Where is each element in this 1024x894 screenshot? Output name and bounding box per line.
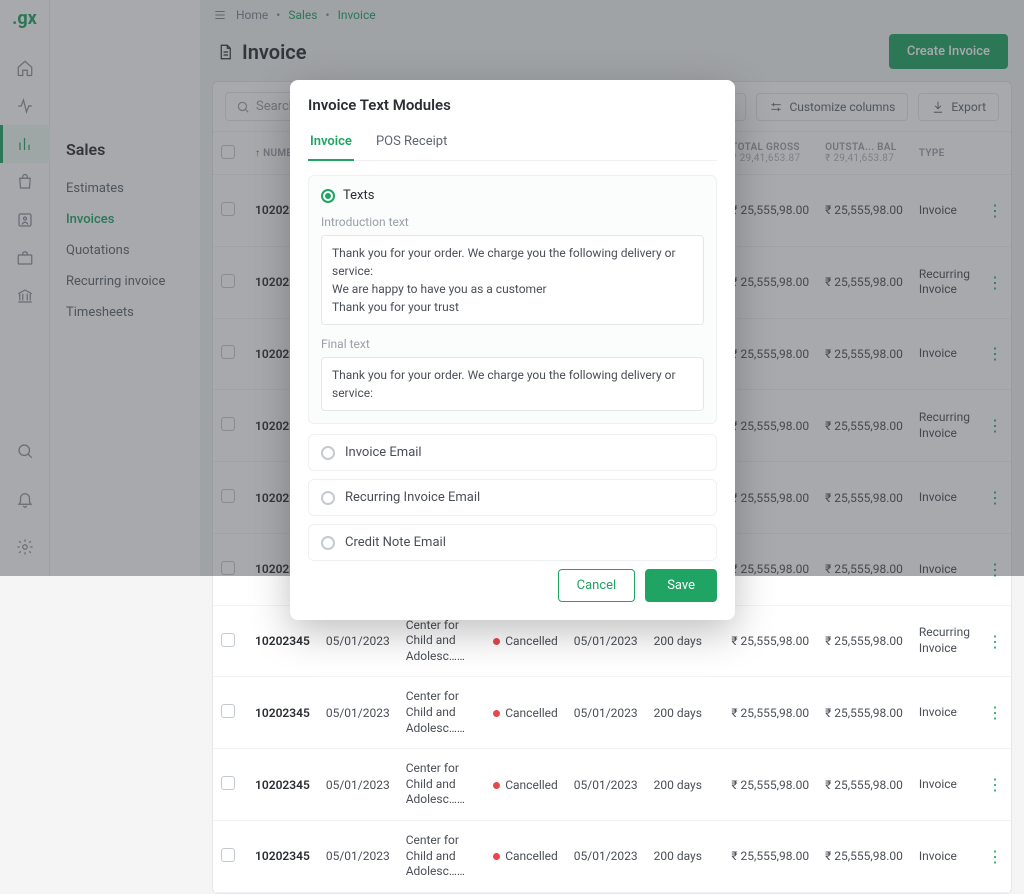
cell-gross: ₹ 25,555,98.00 (723, 605, 817, 677)
cell-customer: Center for Child and Adolesc…… (398, 749, 486, 821)
intro-textarea[interactable]: Thank you for your order. We charge you … (321, 235, 704, 325)
row-checkbox[interactable] (221, 776, 235, 790)
row-actions-icon[interactable]: ⋮ (979, 677, 1011, 749)
final-textarea[interactable]: Thank you for your order. We charge you … (321, 357, 704, 411)
cell-status: Cancelled (485, 821, 566, 893)
radio-texts[interactable]: Texts (321, 188, 704, 203)
cell-date: 05/01/2023 (318, 821, 398, 893)
row-checkbox[interactable] (221, 848, 235, 862)
modal-tabs: Invoice POS Receipt (308, 128, 717, 161)
cell-balance: ₹ 25,555,98.00 (817, 677, 911, 749)
radio-off-icon (321, 491, 335, 505)
modal-title: Invoice Text Modules (308, 96, 717, 114)
cell-gross: ₹ 25,555,98.00 (723, 749, 817, 821)
cell-number: 10202345 (247, 821, 318, 893)
cell-status: Cancelled (485, 749, 566, 821)
cell-status: Cancelled (485, 677, 566, 749)
cell-balance: ₹ 25,555,98.00 (817, 749, 911, 821)
cell-due: 05/01/2023 (566, 749, 646, 821)
cell-number: 10202345 (247, 749, 318, 821)
cell-due: 05/01/2023 (566, 677, 646, 749)
cell-customer: Center for Child and Adolesc…… (398, 821, 486, 893)
intro-label: Introduction text (321, 215, 704, 229)
cell-balance: ₹ 25,555,98.00 (817, 605, 911, 677)
row-actions-icon[interactable]: ⋮ (979, 749, 1011, 821)
cell-overdue: 200 days (646, 677, 724, 749)
row-checkbox[interactable] (221, 633, 235, 647)
radio-off-icon (321, 446, 335, 460)
cell-type: Invoice (911, 821, 979, 893)
final-label: Final text (321, 337, 704, 351)
save-button[interactable]: Save (645, 569, 717, 602)
table-row[interactable]: 1020234505/01/2023Center for Child and A… (213, 821, 1011, 893)
cell-date: 05/01/2023 (318, 749, 398, 821)
cell-type: Invoice (911, 677, 979, 749)
radio-recurring-email[interactable]: Recurring Invoice Email (308, 479, 717, 516)
cell-date: 05/01/2023 (318, 677, 398, 749)
radio-off-icon (321, 536, 335, 550)
radio-invoice-email[interactable]: Invoice Email (308, 434, 717, 471)
cell-gross: ₹ 25,555,98.00 (723, 821, 817, 893)
table-row[interactable]: 1020234505/01/2023Center for Child and A… (213, 677, 1011, 749)
radio-credit-note-email[interactable]: Credit Note Email (308, 524, 717, 561)
cell-overdue: 200 days (646, 821, 724, 893)
row-actions-icon[interactable]: ⋮ (979, 605, 1011, 677)
cell-balance: ₹ 25,555,98.00 (817, 821, 911, 893)
cell-overdue: 200 days (646, 749, 724, 821)
cell-type: Recurring Invoice (911, 605, 979, 677)
cell-due: 05/01/2023 (566, 821, 646, 893)
tab-invoice[interactable]: Invoice (308, 128, 354, 161)
table-row[interactable]: 1020234505/01/2023Center for Child and A… (213, 749, 1011, 821)
cancel-button[interactable]: Cancel (558, 569, 636, 602)
row-actions-icon[interactable]: ⋮ (979, 821, 1011, 893)
radio-on-icon (321, 189, 335, 203)
cell-number: 10202345 (247, 677, 318, 749)
tab-pos-receipt[interactable]: POS Receipt (374, 128, 449, 160)
cell-customer: Center for Child and Adolesc…… (398, 677, 486, 749)
cell-gross: ₹ 25,555,98.00 (723, 677, 817, 749)
texts-panel: Texts Introduction text Thank you for yo… (308, 175, 717, 424)
cell-type: Invoice (911, 749, 979, 821)
text-modules-modal: Invoice Text Modules Invoice POS Receipt… (290, 80, 735, 620)
row-checkbox[interactable] (221, 704, 235, 718)
